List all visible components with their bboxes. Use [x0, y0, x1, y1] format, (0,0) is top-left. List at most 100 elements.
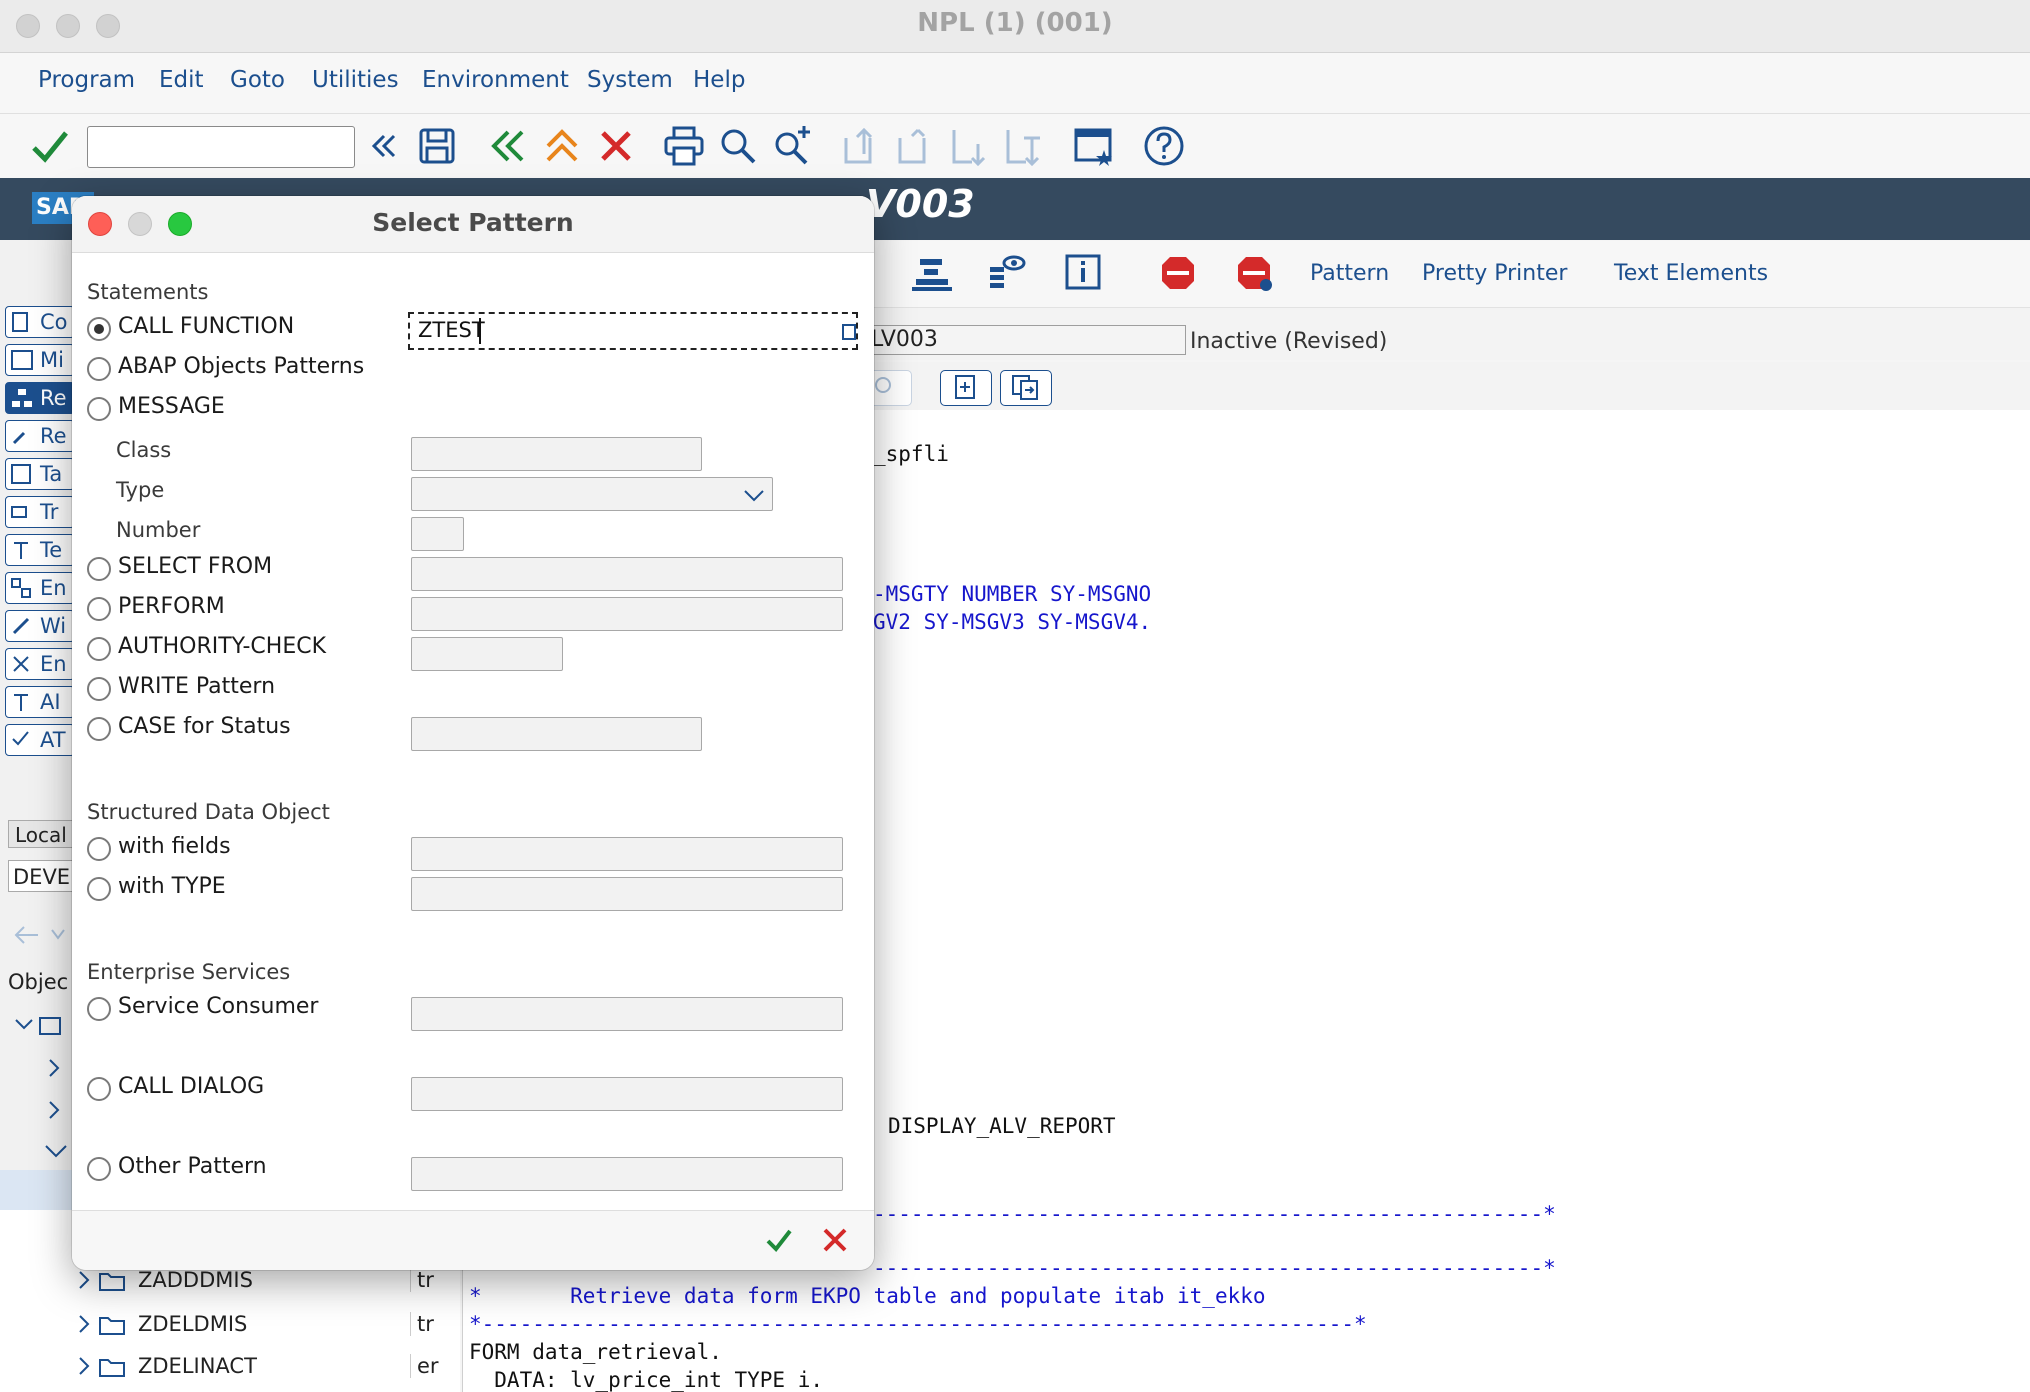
nav-button[interactable]: Wi [5, 610, 75, 642]
info-icon[interactable] [1064, 253, 1104, 293]
pattern-button[interactable]: Pattern [1310, 261, 1389, 286]
tools-icon [10, 653, 34, 675]
nav-button[interactable]: Tr [5, 496, 75, 528]
find-icon[interactable] [716, 124, 760, 168]
nav-button-label: Co [40, 310, 68, 334]
radio-button[interactable] [87, 837, 111, 861]
nav-button[interactable]: Re [5, 420, 75, 452]
radio-button[interactable] [87, 637, 111, 661]
menu-edit[interactable]: Edit [159, 67, 204, 93]
nav-button[interactable]: En [5, 572, 75, 604]
radio-button[interactable] [87, 557, 111, 581]
with-fields-field[interactable] [411, 837, 843, 871]
help-icon[interactable] [1142, 124, 1186, 168]
chevron-down-icon[interactable] [44, 1140, 68, 1160]
code-line: DISPLAY_ALV_REPORT [888, 1114, 1116, 1138]
message-class-field[interactable] [411, 437, 702, 471]
tree-row[interactable]: ZDELDMIS tr [0, 1304, 460, 1344]
chevron-right-icon[interactable] [76, 1268, 92, 1292]
test-icon [10, 729, 34, 751]
create-session-icon[interactable] [1072, 124, 1116, 168]
radio-button[interactable] [87, 357, 111, 381]
nav-button[interactable]: AT [5, 724, 75, 756]
back-icon[interactable] [486, 124, 530, 168]
program-name-field[interactable]: LV003 [860, 325, 1186, 355]
tree-row-name: ZDELDMIS [138, 1312, 248, 1336]
external-breakpoint-stop-icon[interactable] [1234, 253, 1274, 293]
menu-help[interactable]: Help [693, 67, 745, 93]
radio-button[interactable] [87, 397, 111, 421]
print-icon[interactable] [662, 124, 706, 168]
radio-button[interactable] [87, 1077, 111, 1101]
value-help-icon[interactable] [842, 324, 856, 340]
radio-button[interactable] [87, 717, 111, 741]
radio-button[interactable] [87, 997, 111, 1021]
code-icon [10, 463, 34, 485]
cancel-x-icon[interactable] [820, 1225, 850, 1255]
radio-button[interactable] [87, 677, 111, 701]
save-icon[interactable] [415, 124, 459, 168]
first-page-icon[interactable] [840, 124, 884, 168]
find-next-icon[interactable] [770, 124, 814, 168]
selected-tree-row[interactable] [0, 1170, 80, 1212]
radio-button[interactable] [87, 597, 111, 621]
other-pattern-field[interactable] [411, 1157, 843, 1191]
call-function-input[interactable]: ZTEST [408, 312, 858, 350]
next-page-icon[interactable] [948, 124, 992, 168]
menu-environment[interactable]: Environment [422, 67, 569, 93]
stack-icon[interactable] [910, 253, 954, 295]
grid-icon [10, 577, 34, 599]
nav-button[interactable]: Mi [5, 344, 75, 376]
nav-back-arrow-icon[interactable] [8, 920, 68, 950]
last-page-icon[interactable] [1002, 124, 1046, 168]
previous-page-icon[interactable] [894, 124, 938, 168]
label-number: Number [116, 518, 201, 542]
hierarchy-icon [10, 387, 34, 409]
double-chevron-left-icon[interactable] [362, 124, 406, 168]
confirm-checkmark-icon[interactable] [764, 1225, 794, 1255]
case-status-field[interactable] [411, 717, 702, 751]
nav-button-active[interactable]: Re [5, 382, 75, 414]
menu-system[interactable]: System [587, 67, 673, 93]
pretty-printer-button[interactable]: Pretty Printer [1422, 261, 1567, 286]
nav-button[interactable]: Ta [5, 458, 75, 490]
code-comment-line: *---------------------------------------… [469, 1312, 1367, 1336]
text-elements-button[interactable]: Text Elements [1614, 261, 1768, 286]
tree-row[interactable]: ZDELINACT er [0, 1346, 460, 1386]
radio-button[interactable] [87, 877, 111, 901]
chevron-right-icon[interactable] [76, 1354, 92, 1378]
nav-button[interactable]: Te [5, 534, 75, 566]
authority-check-field[interactable] [411, 637, 563, 671]
tree-expand-icon[interactable] [14, 1014, 64, 1038]
command-field[interactable] [87, 126, 355, 168]
display-object-list-icon[interactable] [986, 253, 1030, 295]
nav-button[interactable]: En [5, 648, 75, 680]
package-field[interactable]: DEVE [8, 860, 78, 892]
chevron-down-icon [742, 486, 766, 504]
menu-goto[interactable]: Goto [230, 67, 285, 93]
nav-button-label: Re [40, 386, 67, 410]
message-number-field[interactable] [411, 517, 464, 551]
section-enterprise-services: Enterprise Services [87, 960, 291, 984]
menu-utilities[interactable]: Utilities [312, 67, 399, 93]
breakpoint-stop-icon[interactable] [1158, 253, 1198, 293]
radio-button[interactable] [87, 317, 111, 341]
editor-compare-icon[interactable] [1000, 370, 1052, 406]
select-from-field[interactable] [411, 557, 843, 591]
service-consumer-field[interactable] [411, 997, 843, 1031]
chevron-right-icon[interactable] [44, 1056, 64, 1080]
call-dialog-field[interactable] [411, 1077, 843, 1111]
cancel-icon[interactable] [594, 124, 638, 168]
nav-button[interactable]: AI [5, 686, 75, 718]
exit-icon[interactable] [540, 124, 584, 168]
perform-field[interactable] [411, 597, 843, 631]
editor-insert-icon[interactable] [940, 370, 992, 406]
enter-checkmark-icon[interactable] [28, 124, 72, 168]
with-type-field[interactable] [411, 877, 843, 911]
message-type-dropdown[interactable] [411, 477, 773, 511]
chevron-right-icon[interactable] [44, 1098, 64, 1122]
radio-button[interactable] [87, 1157, 111, 1181]
nav-button[interactable]: Co [5, 306, 75, 338]
chevron-right-icon[interactable] [76, 1312, 92, 1336]
menu-program[interactable]: Program [38, 67, 135, 93]
